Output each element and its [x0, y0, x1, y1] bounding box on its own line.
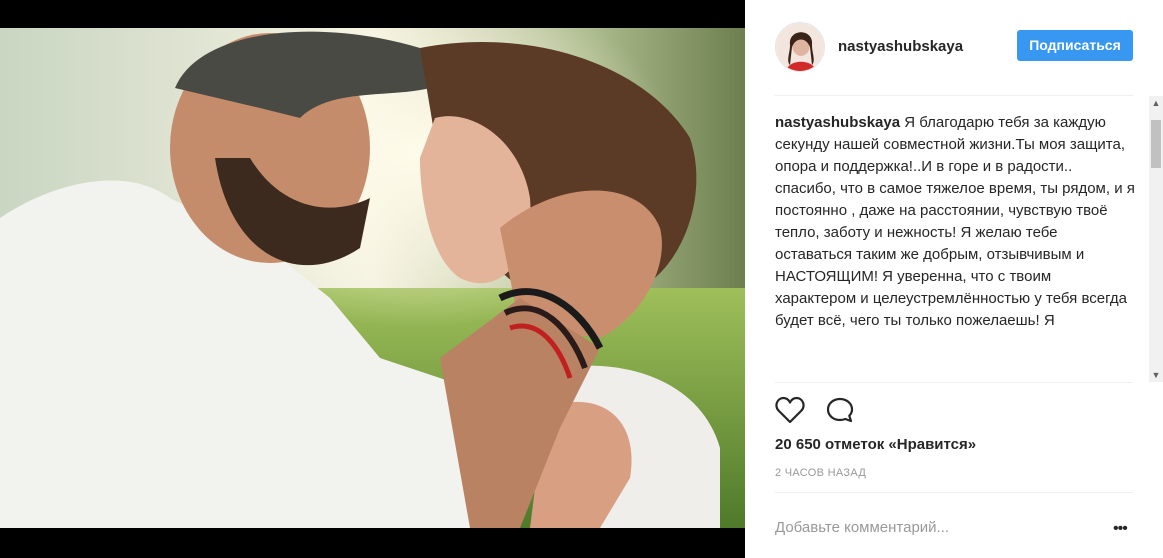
scrollbar-thumb[interactable] — [1151, 120, 1161, 168]
header-divider — [775, 95, 1133, 96]
caption: nastyashubskaya Я благодарю тебя за кажд… — [775, 112, 1135, 332]
comment-bubble-icon[interactable] — [825, 396, 855, 424]
post-photo[interactable] — [0, 28, 745, 528]
more-options-button[interactable]: ••• — [1113, 520, 1133, 538]
likes-count[interactable]: 20 650 отметок «Нравится» — [775, 436, 976, 453]
photo-illustration — [0, 28, 745, 528]
avatar[interactable] — [775, 22, 825, 72]
post-media — [0, 0, 745, 558]
comment-divider — [775, 492, 1133, 493]
post-header: nastyashubskaya Подписаться — [775, 22, 1133, 72]
post-username[interactable]: nastyashubskaya — [838, 38, 963, 55]
avatar-image — [776, 23, 824, 71]
caption-divider — [775, 382, 1133, 383]
caption-text: Я благодарю тебя за каждую секунду нашей… — [775, 114, 1135, 329]
caption-container: nastyashubskaya Я благодарю тебя за кажд… — [775, 112, 1135, 380]
comment-input[interactable]: Добавьте комментарий... — [775, 519, 949, 536]
scroll-up-arrow-icon[interactable]: ▲ — [1149, 96, 1163, 110]
post-timestamp[interactable]: 2 ЧАСОВ НАЗАД — [775, 467, 866, 479]
follow-button[interactable]: Подписаться — [1017, 30, 1133, 61]
caption-author[interactable]: nastyashubskaya — [775, 114, 900, 131]
heart-icon[interactable] — [775, 396, 805, 424]
caption-scrollbar[interactable]: ▲ ▼ — [1149, 96, 1163, 382]
scroll-down-arrow-icon[interactable]: ▼ — [1149, 368, 1163, 382]
